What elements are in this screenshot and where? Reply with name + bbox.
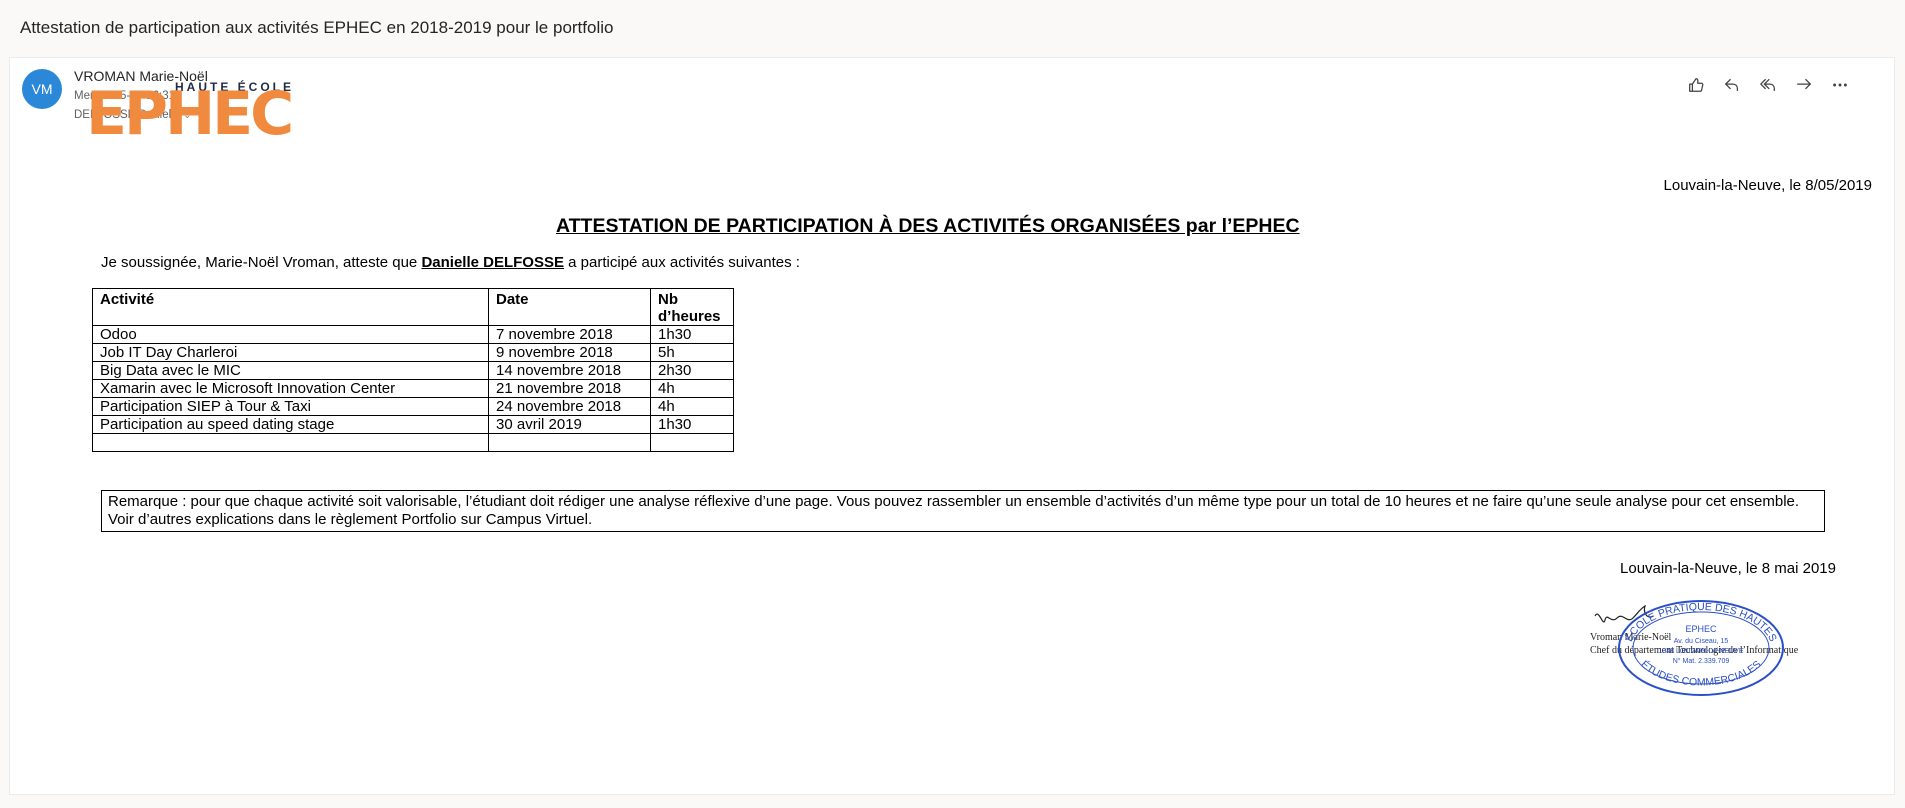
svg-text:N° Mat. 2.339.709: N° Mat. 2.339.709 — [1673, 657, 1730, 665]
hours-cell — [650, 433, 734, 452]
activity-cell: Participation SIEP à Tour & Taxi — [92, 397, 489, 416]
date-cell: 9 novembre 2018 — [488, 343, 651, 362]
date-cell: 24 novembre 2018 — [488, 397, 651, 416]
hours-cell: 4h — [650, 397, 734, 416]
table-row-empty — [92, 433, 734, 452]
table-row: Job IT Day Charleroi 9 novembre 2018 5h — [92, 343, 734, 362]
like-icon[interactable] — [1686, 75, 1706, 95]
table-row: Odoo 7 novembre 2018 1h30 — [92, 325, 734, 344]
intro-after: a participé aux activités suivantes : — [564, 254, 800, 271]
sender-avatar[interactable]: VM — [22, 69, 62, 109]
logo-brand: EPHEC — [86, 79, 294, 149]
date-cell: 21 novembre 2018 — [488, 379, 651, 398]
activity-cell: Big Data avec le MIC — [92, 361, 489, 380]
activity-cell: Participation au speed dating stage — [92, 415, 489, 434]
table-row: Participation SIEP à Tour & Taxi 24 nove… — [92, 397, 734, 416]
date-cell: 7 novembre 2018 — [488, 325, 651, 344]
more-icon[interactable] — [1830, 75, 1850, 95]
table-row: Xamarin avec le Microsoft Innovation Cen… — [92, 379, 734, 398]
intro-before: Je soussignée, Marie-Noël Vroman, attest… — [101, 254, 422, 271]
header-hours: Nb d’heures — [650, 288, 734, 326]
hours-cell: 1h30 — [650, 325, 734, 344]
hours-cell: 4h — [650, 379, 734, 398]
school-stamp: ÉCOLE PRATIQUE DES HAUTES ÉTUDES COMMERC… — [1618, 600, 1784, 696]
email-subject: Attestation de participation aux activit… — [20, 18, 614, 37]
activity-cell: Odoo — [92, 325, 489, 344]
header-activity: Activité — [92, 288, 489, 326]
date-cell: 30 avril 2019 — [488, 415, 651, 434]
hours-cell: 5h — [650, 343, 734, 362]
place-date-top: Louvain-la-Neuve, le 8/05/2019 — [1663, 177, 1872, 194]
table-header-row: Activité Date Nb d’heures — [92, 288, 734, 326]
message-actions — [1686, 75, 1850, 95]
forward-icon[interactable] — [1794, 75, 1814, 95]
svg-text:EPHEC: EPHEC — [1685, 624, 1717, 634]
date-cell — [488, 433, 651, 452]
remark-box: Remarque : pour que chaque activité soit… — [101, 490, 1825, 532]
hours-cell: 2h30 — [650, 361, 734, 380]
hours-cell: 1h30 — [650, 415, 734, 434]
date-cell: 14 novembre 2018 — [488, 361, 651, 380]
svg-text:Av. du Ciseau, 15: Av. du Ciseau, 15 — [1674, 638, 1729, 645]
signature-block: Vroman Marie-Noël Chef du département Te… — [1583, 598, 1823, 708]
activity-cell: Job IT Day Charleroi — [92, 343, 489, 362]
activities-table: Activité Date Nb d’heures Odoo 7 novembr… — [92, 288, 734, 452]
document-title: ATTESTATION DE PARTICIPATION À DES ACTIV… — [556, 215, 1300, 237]
header-date: Date — [488, 288, 651, 326]
table-row: Big Data avec le MIC 14 novembre 2018 2h… — [92, 361, 734, 380]
svg-text:1348 LOUVAIN-LA-NEUVE: 1348 LOUVAIN-LA-NEUVE — [1658, 648, 1743, 655]
place-date-bottom: Louvain-la-Neuve, le 8 mai 2019 — [1620, 560, 1836, 577]
student-name: Danielle DELFOSSE — [421, 254, 564, 271]
table-row: Participation au speed dating stage 30 a… — [92, 415, 734, 434]
reply-icon[interactable] — [1722, 75, 1742, 95]
attestation-intro: Je soussignée, Marie-Noël Vroman, attest… — [101, 254, 800, 271]
activity-cell: Xamarin avec le Microsoft Innovation Cen… — [92, 379, 489, 398]
activity-cell — [92, 433, 489, 452]
reply-all-icon[interactable] — [1758, 75, 1778, 95]
